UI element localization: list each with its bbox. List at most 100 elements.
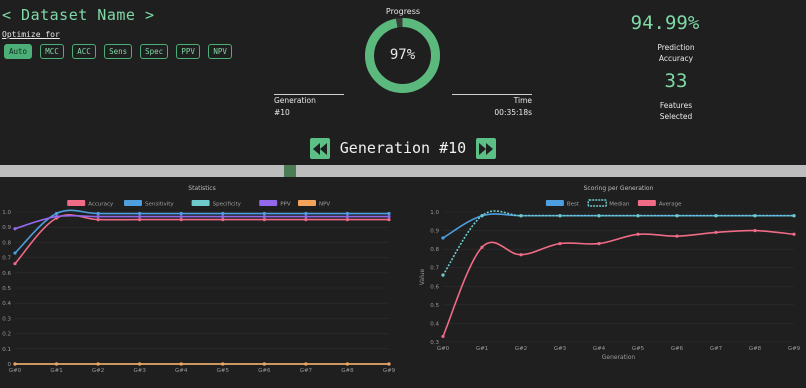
y-tick-label: 0.6: [430, 284, 439, 290]
generation-value: #10: [274, 108, 290, 117]
scoring-chart: Scoring per Generation Best Median Average 0…: [419, 185, 801, 361]
features-label-line2: Selected: [659, 112, 693, 121]
data-point-median: [597, 214, 601, 218]
chart-title: Scoring per Generation: [584, 185, 654, 192]
legend-swatch-accuracy: [67, 200, 86, 206]
data-point-npv: [13, 362, 17, 366]
x-tick-label: G#1: [50, 368, 62, 374]
legend-swatch-specificity: [191, 200, 210, 206]
option-npv-button[interactable]: NPV: [208, 44, 233, 59]
option-auto-button[interactable]: Auto: [4, 44, 33, 59]
data-point-npv: [304, 362, 308, 366]
features-value: 33: [664, 70, 688, 92]
data-point-ppv: [138, 214, 142, 219]
y-tick-label: 0.1: [2, 347, 11, 353]
series-line-ppv: [14, 214, 389, 230]
chart-title: Statistics: [188, 185, 215, 192]
data-point-average: [792, 232, 796, 236]
y-tick-label: 0.8: [430, 247, 439, 253]
data-point-sensitivity: [179, 211, 183, 216]
data-point-sensitivity: [345, 211, 350, 216]
x-tick-label: G#8: [749, 346, 762, 352]
data-point-npv: [179, 362, 183, 366]
data-point-ppv: [345, 214, 350, 219]
data-point-ppv: [304, 214, 308, 219]
next-generation-button[interactable]: [476, 138, 496, 159]
data-point-npv: [262, 362, 266, 366]
y-tick-label: 0.5: [430, 303, 439, 309]
x-tick-label: G#7: [300, 368, 313, 374]
data-point-average: [441, 334, 445, 339]
data-point-median: [558, 214, 562, 218]
legend-label-median: Median: [609, 202, 630, 208]
x-axis-label: Generation: [602, 354, 636, 361]
data-point-accuracy: [262, 218, 266, 222]
legend-label-ppv: PPV: [280, 202, 291, 208]
data-point-median: [519, 214, 523, 218]
series-line-best: [442, 213, 794, 239]
data-point-ppv: [96, 214, 100, 219]
data-point-sensitivity: [304, 211, 308, 216]
accuracy-label-line1: Prediction: [657, 43, 695, 52]
time-label: Time: [513, 96, 532, 105]
data-point-median: [636, 214, 640, 218]
x-tick-label: G#5: [217, 368, 230, 374]
data-point-accuracy: [13, 262, 17, 266]
time-value: 00:35:18s: [494, 108, 532, 117]
y-tick-label: 0.3: [2, 316, 11, 322]
previous-generation-button[interactable]: [310, 138, 330, 159]
x-tick-label: G#0: [9, 368, 22, 374]
data-point-ppv: [387, 214, 391, 219]
accuracy-label-line2: Accuracy: [658, 54, 694, 63]
data-point-median: [714, 214, 718, 218]
data-point-average: [597, 241, 601, 246]
legend-swatch-best: [545, 200, 564, 206]
data-point-median: [675, 214, 679, 218]
data-point-sensitivity: [387, 211, 391, 216]
data-point-accuracy: [138, 218, 142, 222]
x-tick-label: G#9: [383, 368, 396, 374]
data-point-accuracy: [179, 218, 183, 222]
data-point-ppv: [262, 214, 266, 219]
data-point-accuracy: [345, 218, 350, 222]
data-point-median: [441, 273, 445, 277]
generation-slider-thumb[interactable]: [284, 165, 296, 177]
option-acc-button[interactable]: ACC: [72, 44, 97, 59]
progress-label: Progress: [385, 7, 421, 16]
x-tick-label: G#4: [175, 368, 188, 374]
x-tick-label: G#8: [341, 368, 354, 374]
x-tick-label: G#0: [437, 346, 450, 352]
legend-swatch-sensitivity: [124, 200, 142, 206]
data-point-best: [441, 236, 445, 240]
generation-slider[interactable]: [0, 165, 806, 177]
legend-label-sensitivity: Sensitivity: [145, 202, 174, 208]
option-mcc-button[interactable]: MCC: [40, 44, 65, 59]
x-tick-label: G#6: [258, 368, 271, 374]
x-tick-label: G#4: [593, 346, 606, 352]
data-point-sensitivity: [96, 211, 100, 216]
data-point-npv: [387, 362, 391, 366]
y-tick-label: 0.4: [430, 321, 439, 327]
legend-swatch-npv: [298, 200, 316, 206]
data-point-accuracy: [387, 218, 391, 222]
option-ppv-button[interactable]: PPV: [176, 44, 201, 59]
accuracy-label: Prediction Accuracy: [646, 42, 706, 64]
y-tick-label: 0.7: [2, 256, 11, 262]
legend-label-specificity: Specificity: [213, 202, 242, 208]
generation-rule: [274, 94, 344, 95]
data-point-average: [558, 241, 562, 246]
data-point-median: [753, 214, 757, 218]
legend-swatch-ppv: [259, 200, 278, 206]
accuracy-value: 94.99%: [630, 12, 700, 34]
optimize-options: Auto MCC ACC Sens Spec PPV NPV: [4, 44, 233, 59]
dataset-title: < Dataset Name >: [2, 6, 155, 24]
progress-value: 97%: [389, 47, 416, 63]
data-point-accuracy: [304, 218, 308, 222]
option-sens-button[interactable]: Sens: [104, 44, 133, 59]
option-spec-button[interactable]: Spec: [140, 44, 169, 59]
statistics-chart: Statistics Accuracy Sensitivity Specificity…: [2, 185, 396, 374]
data-point-accuracy: [96, 218, 100, 222]
data-point-sensitivity: [13, 251, 17, 255]
data-point-ppv: [221, 214, 225, 219]
data-point-sensitivity: [221, 211, 225, 216]
